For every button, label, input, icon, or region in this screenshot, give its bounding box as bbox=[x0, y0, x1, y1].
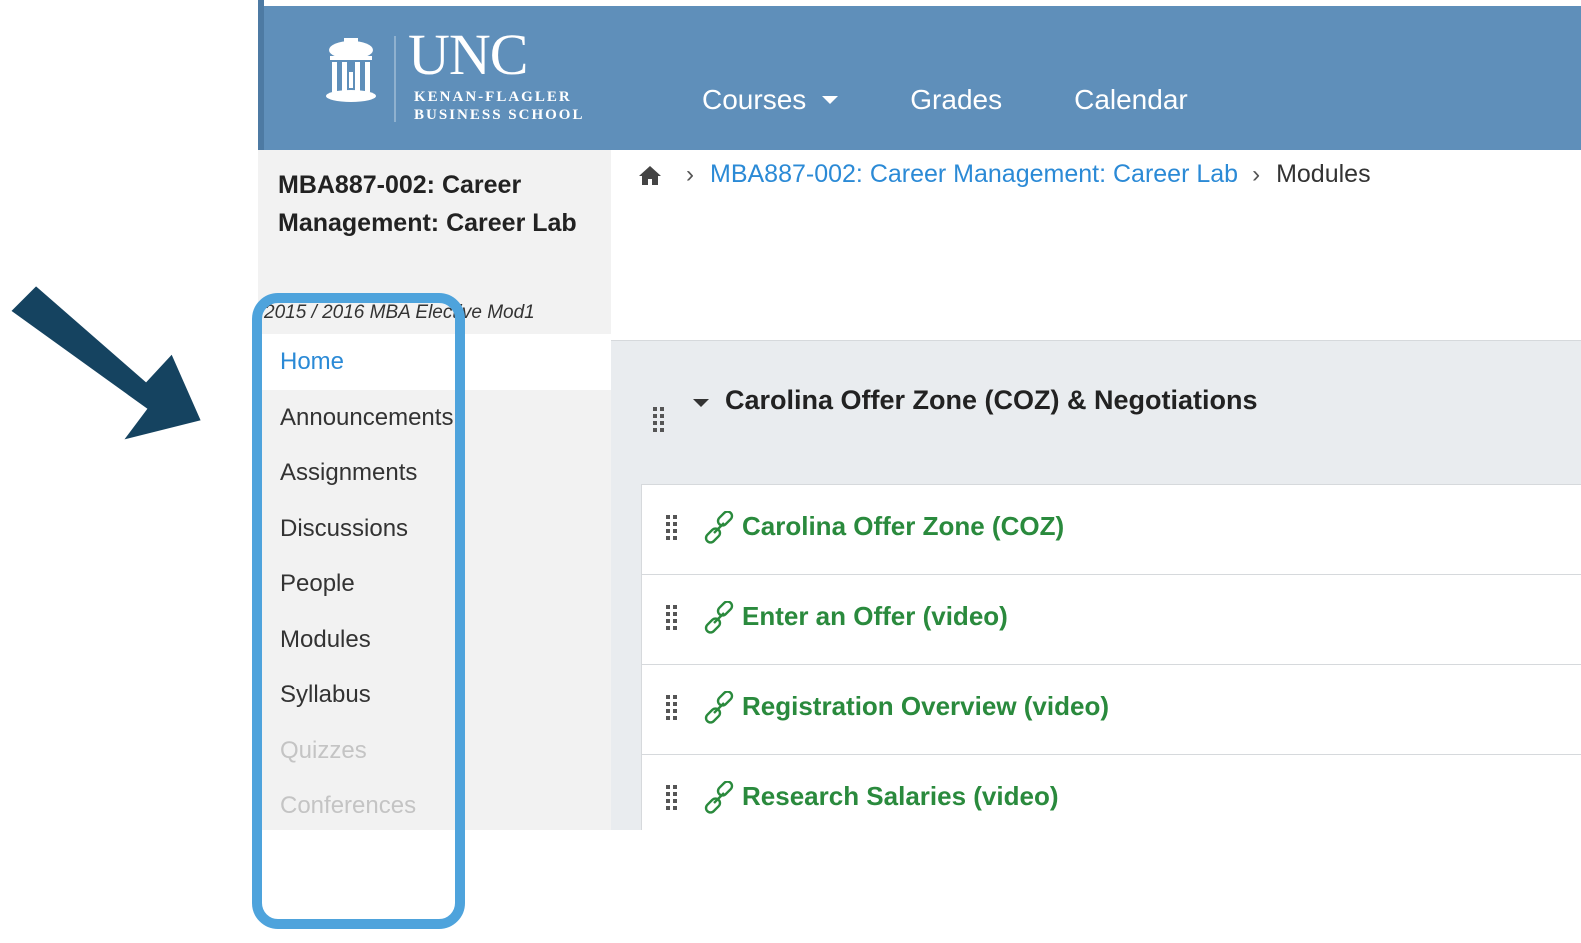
module-item[interactable]: Research Salaries (video) bbox=[642, 755, 1581, 830]
caret-down-icon bbox=[822, 96, 839, 104]
course-sidebar: MBA887-002: Career Management: Career La… bbox=[258, 150, 611, 830]
course-title: MBA887-002: Career Management: Career La… bbox=[278, 171, 577, 237]
drag-handle-icon[interactable] bbox=[666, 785, 677, 810]
nav-courses-label: Courses bbox=[702, 84, 807, 115]
link-icon bbox=[704, 781, 734, 814]
nav-calendar-label: Calendar bbox=[1074, 84, 1188, 115]
logo-wordmark: UNC bbox=[408, 22, 528, 87]
breadcrumb: › MBA887-002: Career Management: Career … bbox=[638, 160, 1371, 189]
link-icon bbox=[704, 601, 734, 634]
sidebar-item-modules[interactable]: Modules bbox=[258, 612, 611, 668]
global-nav: Courses Grades Calendar bbox=[702, 84, 1260, 116]
module-title[interactable]: Carolina Offer Zone (COZ) & Negotiations bbox=[725, 385, 1258, 416]
module-item[interactable]: Registration Overview (video) bbox=[642, 665, 1581, 755]
logo-divider bbox=[394, 36, 396, 122]
nav-courses[interactable]: Courses bbox=[702, 84, 839, 116]
sidebar-item-home[interactable]: Home bbox=[258, 334, 611, 390]
sidebar-item-announcements[interactable]: Announcements bbox=[258, 390, 611, 446]
drag-handle-icon[interactable] bbox=[666, 515, 677, 540]
nav-grades-label: Grades bbox=[910, 84, 1003, 115]
module-item-title[interactable]: Research Salaries (video) bbox=[742, 781, 1059, 812]
breadcrumb-current: Modules bbox=[1276, 160, 1371, 188]
link-icon bbox=[704, 511, 734, 544]
sidebar-item-people[interactable]: People bbox=[258, 556, 611, 612]
drag-handle-icon[interactable] bbox=[653, 407, 664, 432]
sidebar-item-discussions[interactable]: Discussions bbox=[258, 501, 611, 557]
module-item[interactable]: Enter an Offer (video) bbox=[642, 575, 1581, 665]
sidebar-item-syllabus[interactable]: Syllabus bbox=[258, 667, 611, 723]
logo-school-name: KENAN-FLAGLER BUSINESS SCHOOL bbox=[414, 88, 654, 124]
drag-handle-icon[interactable] bbox=[666, 695, 677, 720]
link-icon bbox=[704, 691, 734, 724]
module-item-title[interactable]: Enter an Offer (video) bbox=[742, 601, 1008, 632]
modules-container: Carolina Offer Zone (COZ) & Negotiations… bbox=[611, 340, 1581, 830]
course-nav-list: Home Announcements Assignments Discussio… bbox=[258, 334, 611, 830]
module-item-title[interactable]: Carolina Offer Zone (COZ) bbox=[742, 511, 1064, 542]
breadcrumb-course-link[interactable]: MBA887-002: Career Management: Career La… bbox=[710, 160, 1238, 189]
collapse-toggle-icon[interactable] bbox=[693, 399, 709, 407]
global-header: UNC KENAN-FLAGLER BUSINESS SCHOOL Course… bbox=[258, 0, 1581, 150]
logo-school-line1: KENAN-FLAGLER bbox=[414, 89, 572, 105]
sidebar-item-assignments[interactable]: Assignments bbox=[258, 445, 611, 501]
unc-logo[interactable]: UNC KENAN-FLAGLER BUSINESS SCHOOL bbox=[324, 26, 624, 134]
logo-school-line2: BUSINESS SCHOOL bbox=[414, 107, 585, 123]
module-header: Carolina Offer Zone (COZ) & Negotiations bbox=[611, 341, 1581, 481]
module-item-title[interactable]: Registration Overview (video) bbox=[742, 691, 1109, 722]
canvas-screenshot: UNC KENAN-FLAGLER BUSINESS SCHOOL Course… bbox=[258, 0, 1581, 830]
nav-grades[interactable]: Grades bbox=[910, 84, 1002, 116]
home-icon[interactable] bbox=[638, 164, 662, 186]
breadcrumb-separator: › bbox=[686, 160, 694, 188]
annotation-arrow-icon bbox=[8, 283, 204, 443]
sidebar-item-quizzes[interactable]: Quizzes bbox=[258, 723, 611, 779]
course-term: 2015 / 2016 MBA Elective Mod1 bbox=[264, 302, 535, 323]
nav-calendar[interactable]: Calendar bbox=[1074, 84, 1188, 116]
module-item[interactable]: Carolina Offer Zone (COZ) bbox=[642, 485, 1581, 575]
drag-handle-icon[interactable] bbox=[666, 605, 677, 630]
old-well-icon bbox=[326, 38, 376, 102]
module-items: Carolina Offer Zone (COZ) Enter an Offer… bbox=[641, 484, 1581, 830]
breadcrumb-separator: › bbox=[1252, 160, 1261, 188]
sidebar-item-conferences[interactable]: Conferences bbox=[258, 778, 611, 830]
